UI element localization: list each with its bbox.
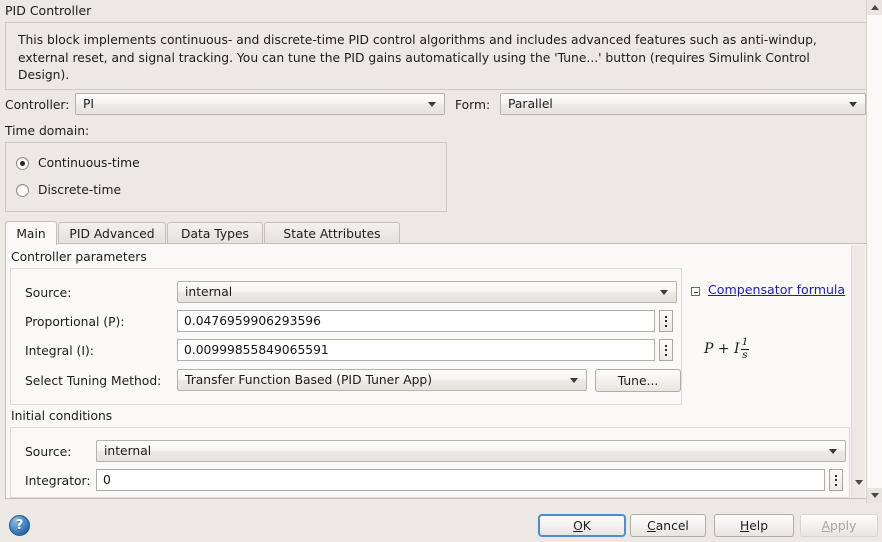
- dot-icon: [665, 353, 667, 356]
- tabstrip: Main PID Advanced Data Types State Attri…: [5, 221, 867, 245]
- pid-controller-dialog: PID Controller This block implements con…: [0, 0, 882, 542]
- tab-state-attributes-label: State Attributes: [283, 226, 381, 241]
- compensator-formula-link[interactable]: Compensator formula: [708, 282, 845, 297]
- tuning-method-label: Select Tuning Method:: [25, 374, 162, 388]
- radio-discrete-time-label: Discrete-time: [38, 183, 122, 197]
- apply-button: Apply: [800, 514, 878, 537]
- proportional-label: Proportional (P):: [25, 315, 125, 329]
- integral-options-button[interactable]: [659, 339, 673, 361]
- radio-discrete-time[interactable]: Discrete-time: [16, 183, 121, 197]
- compensator-formula-lead: P + I: [704, 341, 740, 358]
- chevron-down-icon: [849, 102, 857, 107]
- dot-icon: [835, 474, 837, 477]
- form-dropdown[interactable]: Parallel: [500, 93, 866, 115]
- scroll-up-arrow-icon: [871, 5, 879, 10]
- dialog-scroll-track[interactable]: [867, 15, 882, 488]
- dot-icon: [665, 344, 667, 347]
- integrator-input[interactable]: 0: [96, 469, 825, 491]
- ok-button[interactable]: OK: [538, 514, 626, 537]
- chevron-down-icon: [570, 378, 578, 383]
- tune-button[interactable]: Tune...: [595, 369, 681, 392]
- time-domain-label: Time domain:: [5, 124, 90, 138]
- dot-icon: [665, 320, 667, 322]
- integral-input[interactable]: 0.00999855849065591: [177, 339, 655, 361]
- help-circle-icon[interactable]: ?: [9, 515, 30, 536]
- chevron-down-icon: [428, 102, 436, 107]
- ic-source-label: Source:: [25, 445, 72, 459]
- integrator-label: Integrator:: [25, 474, 91, 488]
- panel-scroll-down-button[interactable]: [852, 475, 866, 489]
- time-domain-group: Continuous-time Discrete-time: [5, 142, 447, 212]
- page-title: PID Controller: [5, 3, 92, 18]
- ok-button-mnemonic: O: [573, 518, 583, 533]
- tuning-method-dropdown-value: Transfer Function Based (PID Tuner App): [185, 373, 433, 387]
- integral-input-value: 0.00999855849065591: [184, 343, 329, 357]
- dot-icon: [665, 315, 667, 318]
- main-tab-panel: Controller parameters Source: internal P…: [5, 243, 867, 499]
- dialog-scroll-up-button[interactable]: [867, 0, 882, 15]
- form-dropdown-value: Parallel: [508, 97, 553, 111]
- chevron-down-icon: [660, 290, 668, 295]
- cancel-button-mnemonic: C: [647, 518, 656, 533]
- radio-button-icon: [16, 156, 29, 170]
- dialog-scroll-down-button[interactable]: [867, 488, 882, 503]
- controller-dropdown-value: PI: [83, 97, 95, 111]
- tab-pid-advanced-label: PID Advanced: [69, 226, 155, 241]
- scroll-down-arrow-icon: [871, 493, 879, 498]
- help-button-mnemonic: H: [739, 518, 750, 533]
- cancel-button[interactable]: Cancel: [630, 514, 706, 537]
- tune-button-label: Tune...: [617, 373, 659, 388]
- radio-continuous-time[interactable]: Continuous-time: [16, 156, 140, 170]
- apply-button-label: pply: [830, 518, 857, 533]
- tab-pid-advanced[interactable]: PID Advanced: [58, 222, 166, 244]
- dot-icon: [835, 479, 837, 481]
- dot-icon: [835, 483, 837, 486]
- help-button[interactable]: Help: [714, 514, 794, 537]
- controller-parameters-label: Controller parameters: [11, 250, 147, 264]
- tuning-method-dropdown[interactable]: Transfer Function Based (PID Tuner App): [177, 369, 587, 391]
- ic-source-dropdown[interactable]: internal: [96, 440, 846, 462]
- tab-main[interactable]: Main: [5, 221, 57, 245]
- compensator-formula-numerator: 1: [741, 336, 749, 348]
- scroll-down-arrow-icon: [855, 479, 863, 485]
- apply-button-mnemonic: A: [821, 518, 831, 533]
- block-description-text: This block implements continuous- and di…: [18, 33, 817, 83]
- collapse-toggle-icon[interactable]: [691, 287, 700, 296]
- initial-conditions-label: Initial conditions: [11, 409, 113, 423]
- tab-data-types-label: Data Types: [181, 226, 249, 241]
- radio-button-icon: [16, 183, 29, 197]
- source-dropdown-value: internal: [185, 285, 233, 299]
- compensator-formula-fraction: 1 s: [740, 336, 750, 362]
- tab-state-attributes[interactable]: State Attributes: [264, 222, 400, 244]
- block-description-box: This block implements continuous- and di…: [5, 22, 867, 90]
- dot-icon: [665, 349, 667, 351]
- tab-main-label: Main: [16, 226, 46, 241]
- form-label: Form:: [455, 98, 491, 112]
- integrator-input-value: 0: [103, 473, 111, 487]
- help-icon-glyph: ?: [15, 518, 24, 533]
- panel-scrollbar[interactable]: [851, 245, 866, 498]
- dot-icon: [665, 324, 667, 327]
- help-button-label: elp: [749, 518, 769, 533]
- proportional-input-value: 0.0476959906293596: [184, 314, 321, 328]
- dialog-scrollbar[interactable]: [866, 0, 882, 503]
- tab-data-types[interactable]: Data Types: [167, 222, 263, 244]
- ic-source-dropdown-value: internal: [104, 444, 152, 458]
- cancel-button-label: ancel: [655, 518, 689, 533]
- chevron-down-icon: [829, 449, 837, 454]
- integrator-options-button[interactable]: [829, 469, 843, 491]
- source-dropdown[interactable]: internal: [177, 281, 677, 303]
- ok-button-label: K: [582, 518, 591, 533]
- integral-label: Integral (I):: [25, 344, 94, 358]
- source-label: Source:: [25, 286, 72, 300]
- controller-dropdown[interactable]: PI: [75, 93, 445, 115]
- controller-label: Controller:: [5, 98, 70, 112]
- radio-continuous-time-label: Continuous-time: [38, 156, 140, 170]
- proportional-input[interactable]: 0.0476959906293596: [177, 310, 655, 332]
- compensator-formula-denominator: s: [742, 349, 748, 362]
- compensator-formula-expression: P + I 1 s: [704, 336, 750, 362]
- proportional-options-button[interactable]: [659, 310, 673, 332]
